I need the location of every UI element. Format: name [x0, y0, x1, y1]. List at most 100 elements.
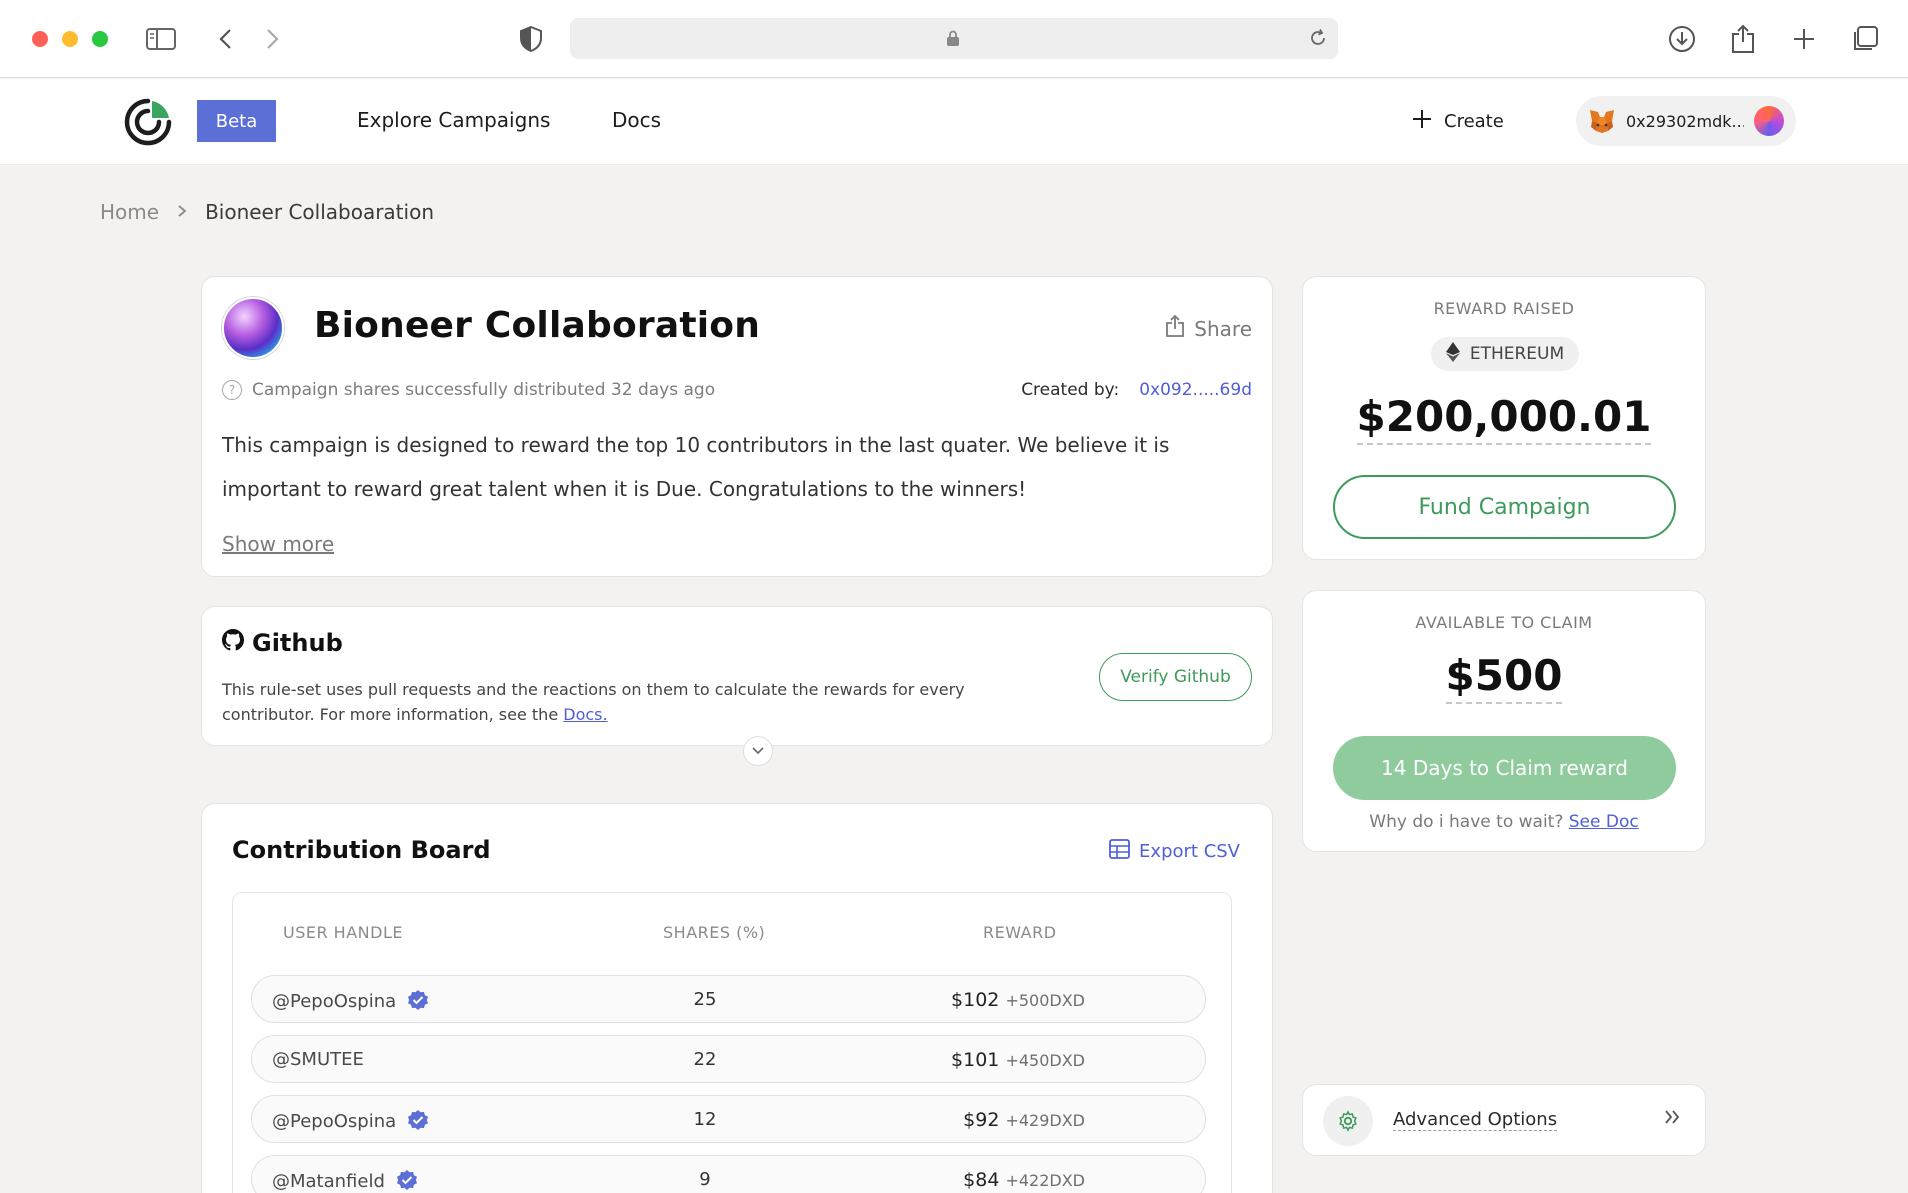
address-bar[interactable]: [570, 18, 1338, 59]
share-label: Share: [1194, 316, 1252, 341]
fund-campaign-button[interactable]: Fund Campaign: [1333, 475, 1676, 539]
see-doc-link[interactable]: See Doc: [1569, 812, 1639, 832]
reward-amount: $102: [951, 989, 1000, 1011]
wallet-avatar: [1754, 106, 1784, 136]
claim-label: AVAILABLE TO CLAIM: [1415, 613, 1593, 632]
sidebar-toggle-icon[interactable]: [144, 22, 178, 56]
table-row[interactable]: @SMUTEE 22 $101 +450DXD: [251, 1035, 1206, 1083]
export-csv-label: Export CSV: [1139, 841, 1240, 862]
claim-wait-note: Why do i have to wait? See Doc: [1303, 812, 1705, 832]
github-docs-link[interactable]: Docs.: [563, 705, 607, 724]
question-icon[interactable]: ?: [222, 380, 242, 400]
reward-raised-card: REWARD RAISED ETHEREUM $200,000.01 Fund …: [1302, 276, 1706, 560]
campaign-avatar: [222, 297, 284, 359]
github-title: Github: [252, 629, 343, 657]
created-by-label: Created by:: [1021, 380, 1120, 400]
gear-icon: [1323, 1096, 1373, 1146]
create-button[interactable]: Create: [1412, 105, 1504, 137]
forward-icon[interactable]: [256, 22, 290, 56]
table-row[interactable]: @PepoOspina 12 $92 +429DXD: [251, 1095, 1206, 1143]
reward-dxd: +429DXD: [1005, 1111, 1085, 1130]
create-label: Create: [1444, 110, 1504, 132]
close-window-button[interactable]: [32, 31, 48, 47]
user-handle-cell: @Matanfield: [272, 1169, 419, 1193]
user-handle-cell: @PepoOspina: [272, 1109, 430, 1133]
campaign-title: Bioneer Collaboration: [314, 305, 761, 346]
campaign-card: Bioneer Collaboration Share ? Campaign s…: [201, 276, 1273, 577]
reward-raised-amount: $200,000.01: [1303, 392, 1705, 445]
column-header-user: USER HANDLE: [283, 923, 403, 942]
shares-cell: 22: [693, 1049, 717, 1070]
breadcrumb: Home Bioneer Collaboaration: [100, 200, 434, 224]
plus-icon[interactable]: [1787, 22, 1821, 56]
reward-dxd: +422DXD: [1005, 1171, 1085, 1190]
verify-github-button[interactable]: Verify Github: [1099, 653, 1252, 701]
contribution-table: USER HANDLE SHARES (%) REWARD @PepoOspin…: [232, 892, 1232, 1193]
nav-explore-campaigns[interactable]: Explore Campaigns: [357, 108, 550, 132]
share-button[interactable]: Share: [1166, 314, 1252, 342]
chevron-down-icon[interactable]: [743, 736, 773, 766]
breadcrumb-home[interactable]: Home: [100, 200, 159, 224]
download-icon[interactable]: [1665, 22, 1699, 56]
beta-badge: Beta: [197, 100, 276, 142]
column-header-reward: REWARD: [983, 923, 1057, 942]
table-row[interactable]: @PepoOspina 25 $102 +500DXD: [251, 975, 1206, 1023]
user-handle: @PepoOspina: [272, 1110, 397, 1132]
user-handle-cell: @PepoOspina: [272, 989, 430, 1013]
reward-amount: $101: [951, 1049, 1000, 1071]
created-by-address[interactable]: 0x092.....69d: [1139, 380, 1252, 400]
verified-badge-icon: [406, 989, 430, 1013]
verified-badge-icon: [395, 1169, 419, 1193]
shield-icon[interactable]: [514, 22, 548, 56]
reload-icon[interactable]: [1308, 28, 1328, 52]
campaign-status: ? Campaign shares successfully distribut…: [222, 380, 715, 400]
reward-dxd: +450DXD: [1005, 1051, 1085, 1070]
campaign-status-text: Campaign shares successfully distributed…: [252, 380, 716, 400]
tabs-icon[interactable]: [1848, 22, 1882, 56]
shares-cell: 25: [693, 989, 717, 1010]
campaign-description: This campaign is designed to reward the …: [222, 433, 1170, 501]
chevron-right-icon: [177, 202, 187, 223]
share-icon: [1166, 314, 1185, 342]
github-heading: Github: [222, 629, 343, 657]
reward-cell: $84 +422DXD: [963, 1169, 1085, 1191]
share-icon[interactable]: [1726, 22, 1760, 56]
reward-raised-value: $200,000.01: [1356, 392, 1652, 445]
lock-icon: [946, 30, 960, 51]
reward-dxd: +500DXD: [1005, 991, 1085, 1010]
claim-value: $500: [1445, 651, 1563, 704]
double-chevron-right-icon: [1663, 1107, 1681, 1132]
token-name: ETHEREUM: [1469, 344, 1565, 364]
claim-card: AVAILABLE TO CLAIM $500 14 Days to Claim…: [1302, 590, 1706, 852]
user-handle: @SMUTEE: [272, 1049, 364, 1070]
show-more-link[interactable]: Show more: [222, 532, 334, 556]
shares-cell: 9: [699, 1169, 711, 1190]
wallet-address: 0x29302mdk....: [1626, 111, 1744, 131]
app-logo[interactable]: [123, 97, 173, 147]
maximize-window-button[interactable]: [92, 31, 108, 47]
reward-cell: $101 +450DXD: [951, 1049, 1085, 1071]
table-row[interactable]: @Matanfield 9 $84 +422DXD: [251, 1155, 1206, 1193]
table-icon: [1109, 838, 1131, 865]
export-csv-button[interactable]: Export CSV: [1109, 838, 1240, 865]
reward-amount: $84: [963, 1169, 1000, 1191]
breadcrumb-current: Bioneer Collaboaration: [205, 200, 434, 224]
claim-amount: $500: [1303, 651, 1705, 704]
advanced-options-button[interactable]: Advanced Options: [1302, 1084, 1706, 1156]
metamask-fox-icon: [1588, 107, 1616, 135]
app-header: Beta Explore Campaigns Docs Create 0x293…: [0, 79, 1908, 164]
created-by: Created by: 0x092.....69d: [1021, 380, 1252, 400]
minimize-window-button[interactable]: [62, 31, 78, 47]
advanced-options-label: Advanced Options: [1393, 1109, 1558, 1131]
nav-docs[interactable]: Docs: [612, 108, 661, 132]
plus-icon: [1412, 109, 1432, 134]
back-icon[interactable]: [208, 22, 242, 56]
wallet-button[interactable]: 0x29302mdk....: [1576, 96, 1796, 146]
user-handle: @Matanfield: [272, 1170, 385, 1192]
claim-reward-button[interactable]: 14 Days to Claim reward: [1333, 736, 1676, 800]
reward-raised-label: REWARD RAISED: [1433, 299, 1575, 318]
user-handle: @PepoOspina: [272, 990, 397, 1012]
token-pill: ETHEREUM: [1431, 337, 1579, 371]
board-title: Contribution Board: [232, 836, 491, 864]
column-header-shares: SHARES (%): [663, 923, 766, 942]
